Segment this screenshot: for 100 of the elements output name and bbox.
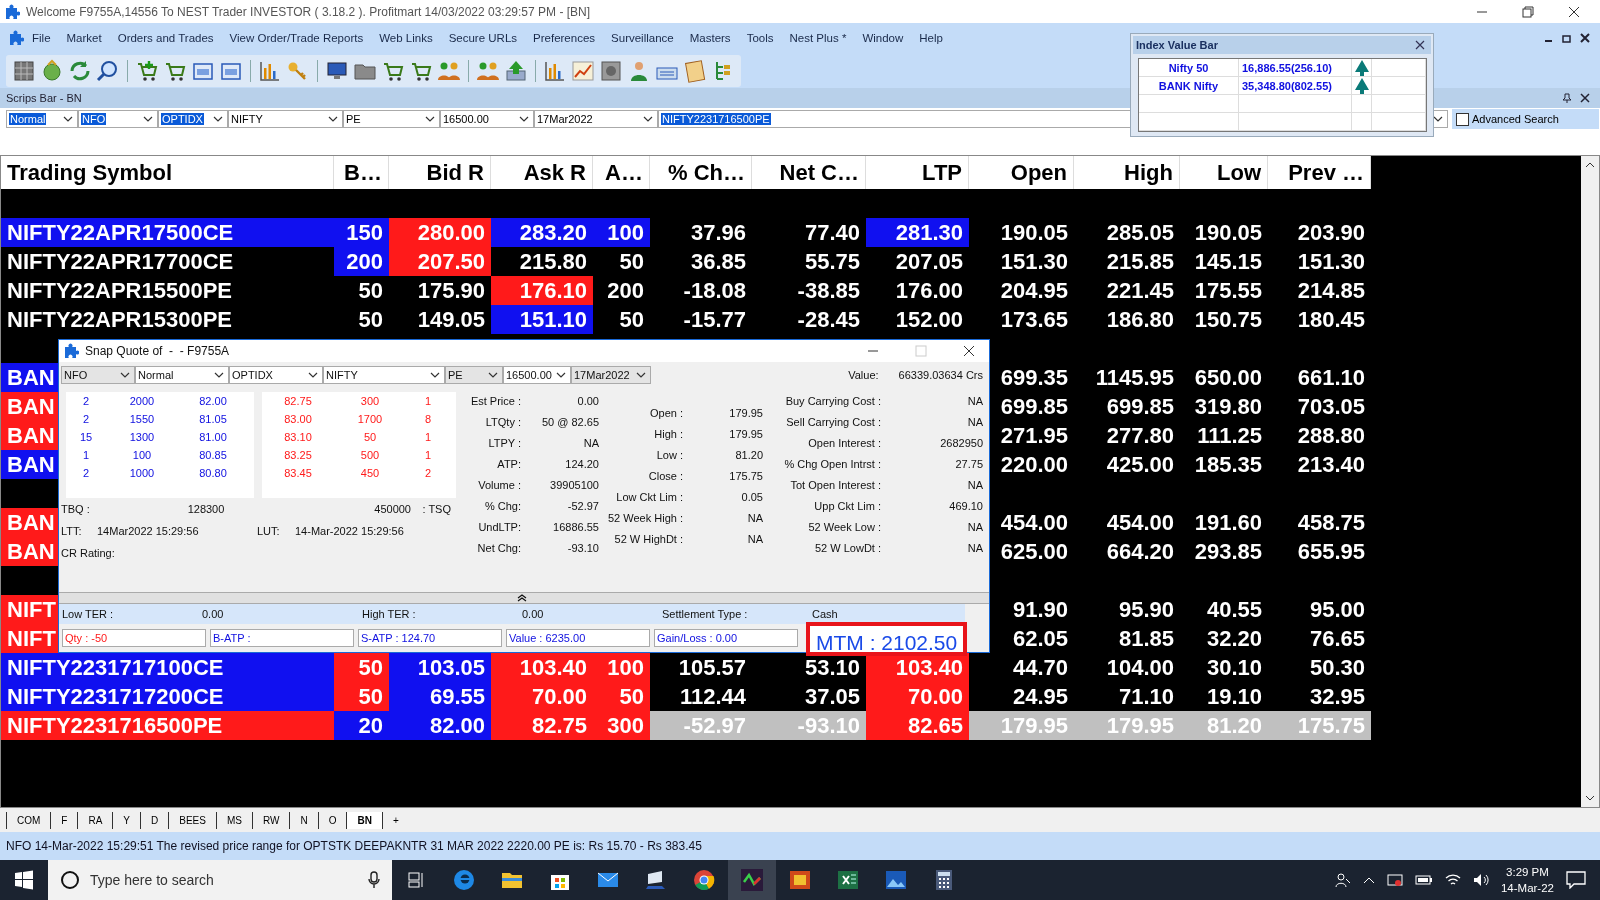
menu-item[interactable]: View Order/Trade Reports <box>221 32 372 44</box>
column-header[interactable]: % Ch… <box>650 156 752 189</box>
field-label: Settlement Type : <box>662 608 749 620</box>
table-cell: 175.75 <box>1297 713 1365 738</box>
table-cell: 283.20 <box>491 218 593 247</box>
advanced-search-checkbox[interactable]: Advanced Search <box>1452 109 1599 129</box>
column-header[interactable]: Low <box>1180 156 1268 189</box>
table-cell-text: 1550 <box>128 412 156 427</box>
clock-date[interactable]: 14-Mar-22 <box>1500 880 1554 896</box>
table-cell: 151.10 <box>491 305 593 334</box>
column-header[interactable]: High <box>1074 156 1180 189</box>
field-value: -93.10 <box>566 541 599 554</box>
column-header[interactable]: B… <box>334 156 389 189</box>
field-label: LUT: <box>257 525 281 537</box>
menu-item[interactable]: Nest Plus * <box>781 32 855 44</box>
table-cell-text: 1 <box>423 394 433 409</box>
menu-item[interactable]: Market <box>58 32 110 44</box>
symbol-cell[interactable]: NIFTY2231717100CE <box>1 653 334 682</box>
dropdown[interactable]: 17Mar2022 <box>571 366 651 384</box>
field-value: -52.97 <box>566 499 599 512</box>
column-header[interactable]: Bid R <box>389 156 491 189</box>
sheet-tab[interactable]: BN <box>346 811 382 829</box>
menu-item[interactable]: Preferences <box>525 32 604 44</box>
menu-item[interactable]: Window <box>854 32 912 44</box>
table-cell: 30.10 <box>1206 655 1262 680</box>
table-cell: 215.80 <box>519 249 587 274</box>
table-cell-text: 80.85 <box>198 448 228 463</box>
symbol-cell[interactable]: NIFTY2231716500PE <box>1 711 334 740</box>
table-cell: 82.00 <box>389 711 491 740</box>
dropdown[interactable]: PE <box>445 366 503 384</box>
column-header[interactable]: Trading Symbol <box>1 156 334 189</box>
table-cell: 82.65 <box>866 711 969 740</box>
table-cell-text: 500 <box>359 448 381 463</box>
menu-item[interactable]: Help <box>911 32 951 44</box>
table-cell: 186.80 <box>1106 307 1174 332</box>
table-cell: 293.85 <box>1194 539 1262 564</box>
symbol-cell[interactable]: NIFTY22APR15300PE <box>7 307 232 332</box>
menu-item[interactable]: Masters <box>681 32 739 44</box>
symbol-cell[interactable]: NIFTY22APR17700CE <box>7 249 234 274</box>
table-cell: 150.75 <box>1194 307 1262 332</box>
menu-item[interactable]: Surveillance <box>603 32 682 44</box>
table-cell: 32.20 <box>1206 626 1262 651</box>
table-cell: 50 <box>334 682 389 711</box>
table-cell: 176.00 <box>895 278 963 303</box>
field-value: NA <box>746 511 763 524</box>
field-label: Close : <box>647 469 683 482</box>
column-header[interactable]: Ask R <box>491 156 593 189</box>
table-cell: 151.30 <box>1297 249 1365 274</box>
column-header[interactable]: Open <box>969 156 1074 189</box>
field-label: Volume : <box>477 478 521 491</box>
window-title: Index Value Bar <box>1136 39 1218 51</box>
dropdown[interactable]: OPTIDX <box>229 366 323 384</box>
column-header[interactable]: LTP <box>866 156 969 189</box>
field-label: High TER : <box>362 608 417 620</box>
table-cell-text: 1 <box>81 448 91 463</box>
dropdown[interactable]: NIFTY <box>228 110 343 128</box>
dropdown[interactable]: 17Mar2022 <box>534 110 658 128</box>
dropdown[interactable]: NIFTY <box>323 366 445 384</box>
table-cell: 76.65 <box>1309 626 1365 651</box>
table-cell: 204.95 <box>1000 278 1068 303</box>
field-label: LTPY : <box>487 436 521 449</box>
symbol-cell[interactable]: NIFTY22APR15500PE <box>7 278 232 303</box>
field-value: NA <box>582 436 599 449</box>
table-cell-text: 50 <box>362 430 378 445</box>
dropdown[interactable]: OPTIDX <box>158 110 228 128</box>
table-cell: 271.95 <box>1000 423 1068 448</box>
dropdown[interactable]: PE <box>343 110 440 128</box>
menu-item[interactable]: Secure URLs <box>440 32 526 44</box>
table-cell-text: 100 <box>131 448 153 463</box>
menu-item[interactable]: File <box>24 32 59 44</box>
dropdown[interactable]: NFO <box>78 110 158 128</box>
search-input[interactable]: Type here to search <box>88 871 360 889</box>
menu-item[interactable]: Orders and Trades <box>109 32 222 44</box>
table-cell: 32.95 <box>1309 684 1365 709</box>
field-label: LTQty : <box>484 415 521 428</box>
field-label: Buy Carrying Cost : <box>784 394 881 407</box>
field-label: % Chg: <box>483 499 521 512</box>
symbol-cell[interactable]: NIFTY22APR17500CE <box>1 218 334 247</box>
dropdown[interactable]: 16500.00 <box>503 366 571 384</box>
search-field[interactable]: Type here to search <box>48 860 392 900</box>
table-cell: 179.95 <box>1000 713 1068 738</box>
field-value: 450000 <box>373 503 411 515</box>
table-cell: 37.96 <box>690 220 746 245</box>
clock-time[interactable]: 3:29 PM <box>1506 864 1549 880</box>
symbol-cell[interactable]: NIFTY2231717200CE <box>1 682 334 711</box>
column-header[interactable]: A… <box>593 156 650 189</box>
field-label: Est Price : <box>469 394 521 407</box>
column-header[interactable]: Net C… <box>752 156 866 189</box>
dropdown[interactable]: 16500.00 <box>440 110 534 128</box>
dropdown[interactable]: NFO <box>61 366 135 384</box>
menu-item[interactable]: Web Links <box>371 32 441 44</box>
dropdown[interactable]: Normal <box>6 110 78 128</box>
table-cell: 699.85 <box>1106 394 1174 419</box>
dropdown[interactable]: Normal <box>135 366 229 384</box>
table-cell: -93.10 <box>797 713 860 738</box>
column-header[interactable]: Prev … <box>1268 156 1371 189</box>
table-cell: 100 <box>593 653 650 682</box>
selected-row[interactable]: NIFTY2231716500PE 20 82.00 82.75 300 -52.97 -93.10 82.65 179.95 179.95 81.20 175.75 <box>1 711 1371 740</box>
menu-item[interactable]: Tools <box>738 32 782 44</box>
field-value: 27.75 <box>954 457 984 470</box>
